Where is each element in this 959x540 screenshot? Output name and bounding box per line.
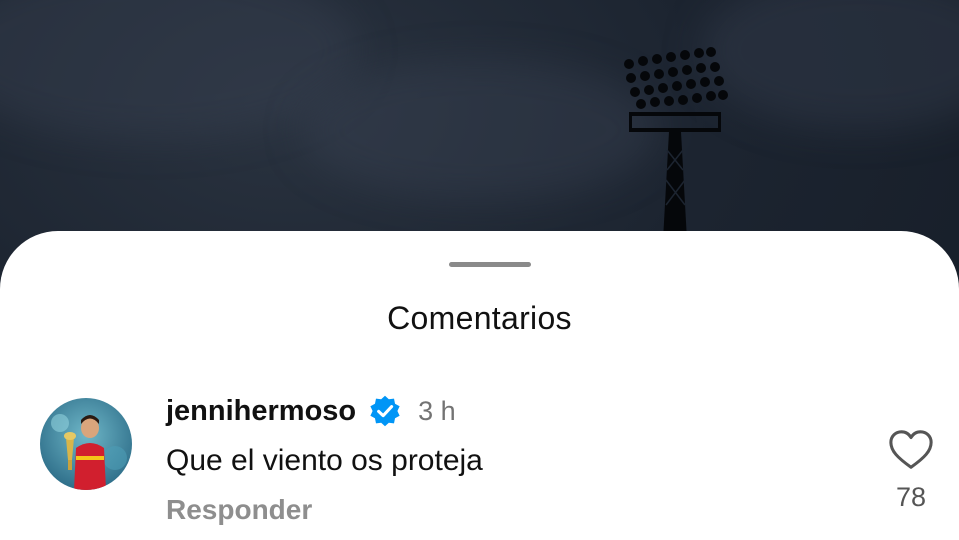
comments-sheet <box>0 231 959 540</box>
comment-text: Que el viento os proteja <box>166 444 483 477</box>
sheet-title: Comentarios <box>387 300 572 336</box>
stadium-floodlight-image <box>624 47 728 240</box>
username-link[interactable]: jennihermoso <box>166 395 356 428</box>
comment-timestamp: 3 h <box>418 395 456 426</box>
reply-button[interactable]: Responder <box>166 494 312 526</box>
post-background: Comentarios jennihermoso 3 h Que el vien… <box>0 0 959 540</box>
cloud-shape <box>300 60 660 200</box>
like-count: 78 <box>895 482 927 512</box>
avatar[interactable] <box>40 398 132 490</box>
comment-header: jennihermoso 3 h <box>166 390 456 432</box>
user-avatar-image <box>40 398 132 490</box>
sheet-drag-handle[interactable] <box>449 262 531 267</box>
heart-outline-icon[interactable] <box>888 428 934 472</box>
verified-badge-icon <box>370 395 400 427</box>
